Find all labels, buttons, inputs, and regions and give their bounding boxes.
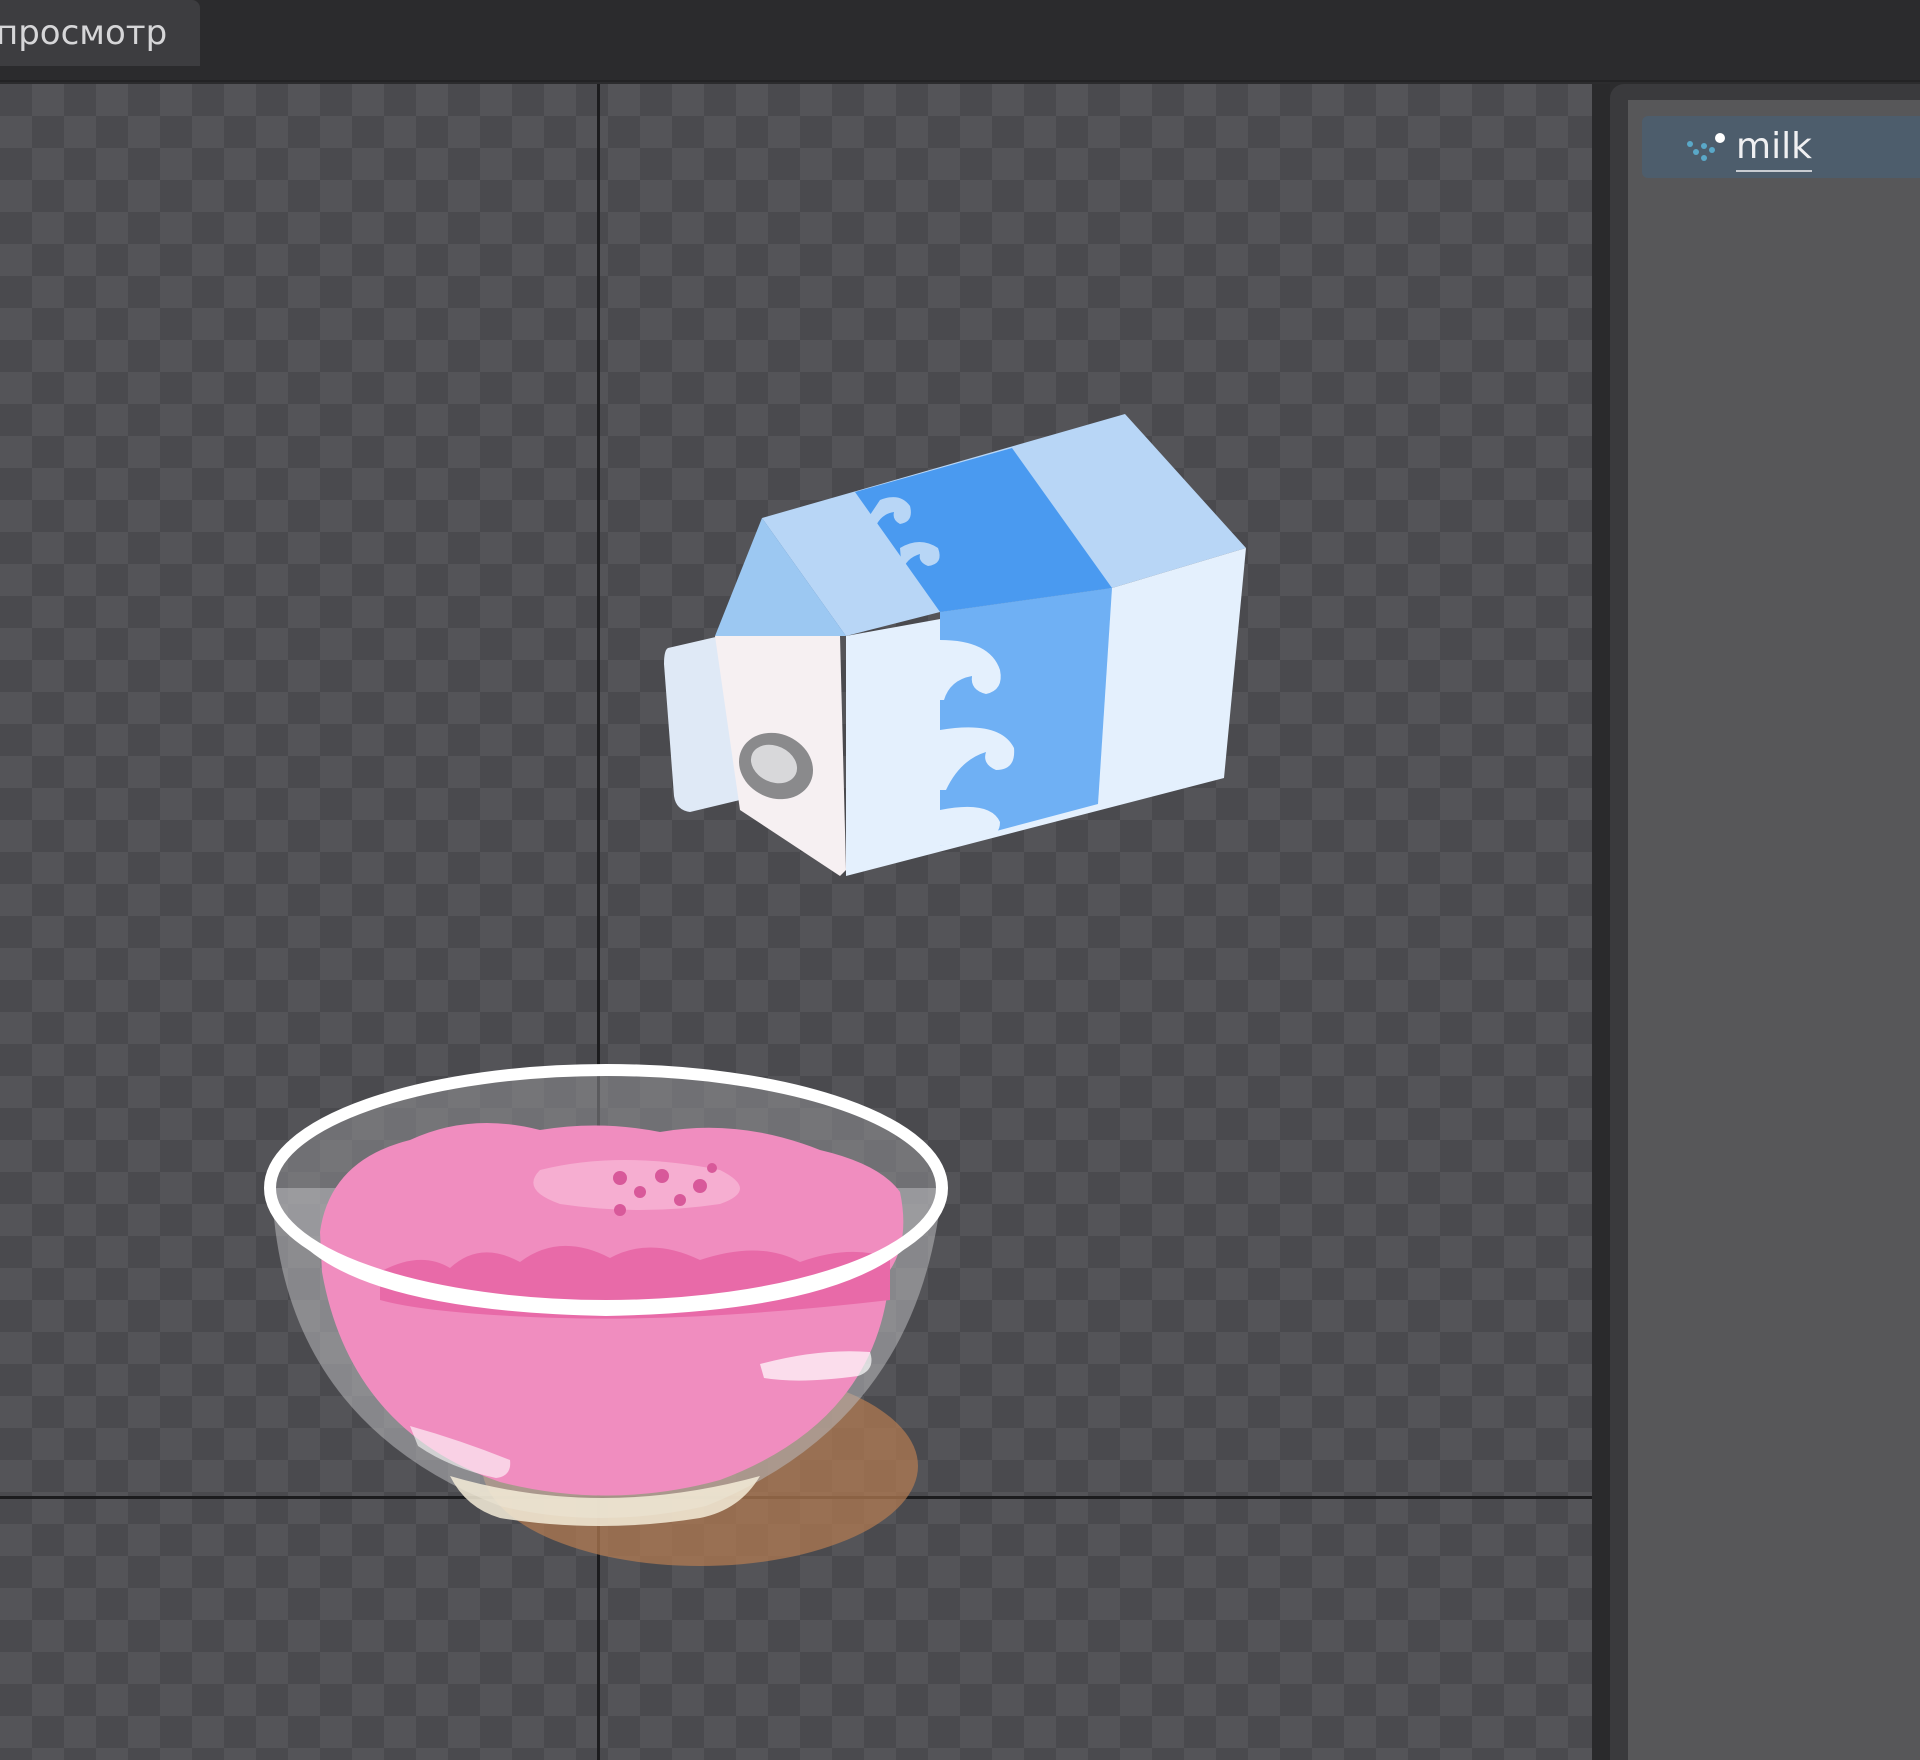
tab-bar: просмотр bbox=[0, 0, 1920, 82]
scene-viewport[interactable] bbox=[0, 84, 1592, 1760]
hierarchy-panel: milk bbox=[1610, 84, 1920, 1760]
tab-preview[interactable]: просмотр bbox=[0, 0, 200, 66]
panel-splitter[interactable] bbox=[1592, 84, 1610, 1760]
tab-preview-label: просмотр bbox=[0, 13, 168, 53]
pink-bowl-sprite[interactable] bbox=[0, 84, 1592, 1760]
hierarchy-item-milk[interactable]: milk bbox=[1642, 116, 1920, 178]
hierarchy-list bbox=[1628, 100, 1920, 1760]
particles-icon bbox=[1687, 133, 1725, 161]
hierarchy-item-label: milk bbox=[1736, 124, 1812, 172]
